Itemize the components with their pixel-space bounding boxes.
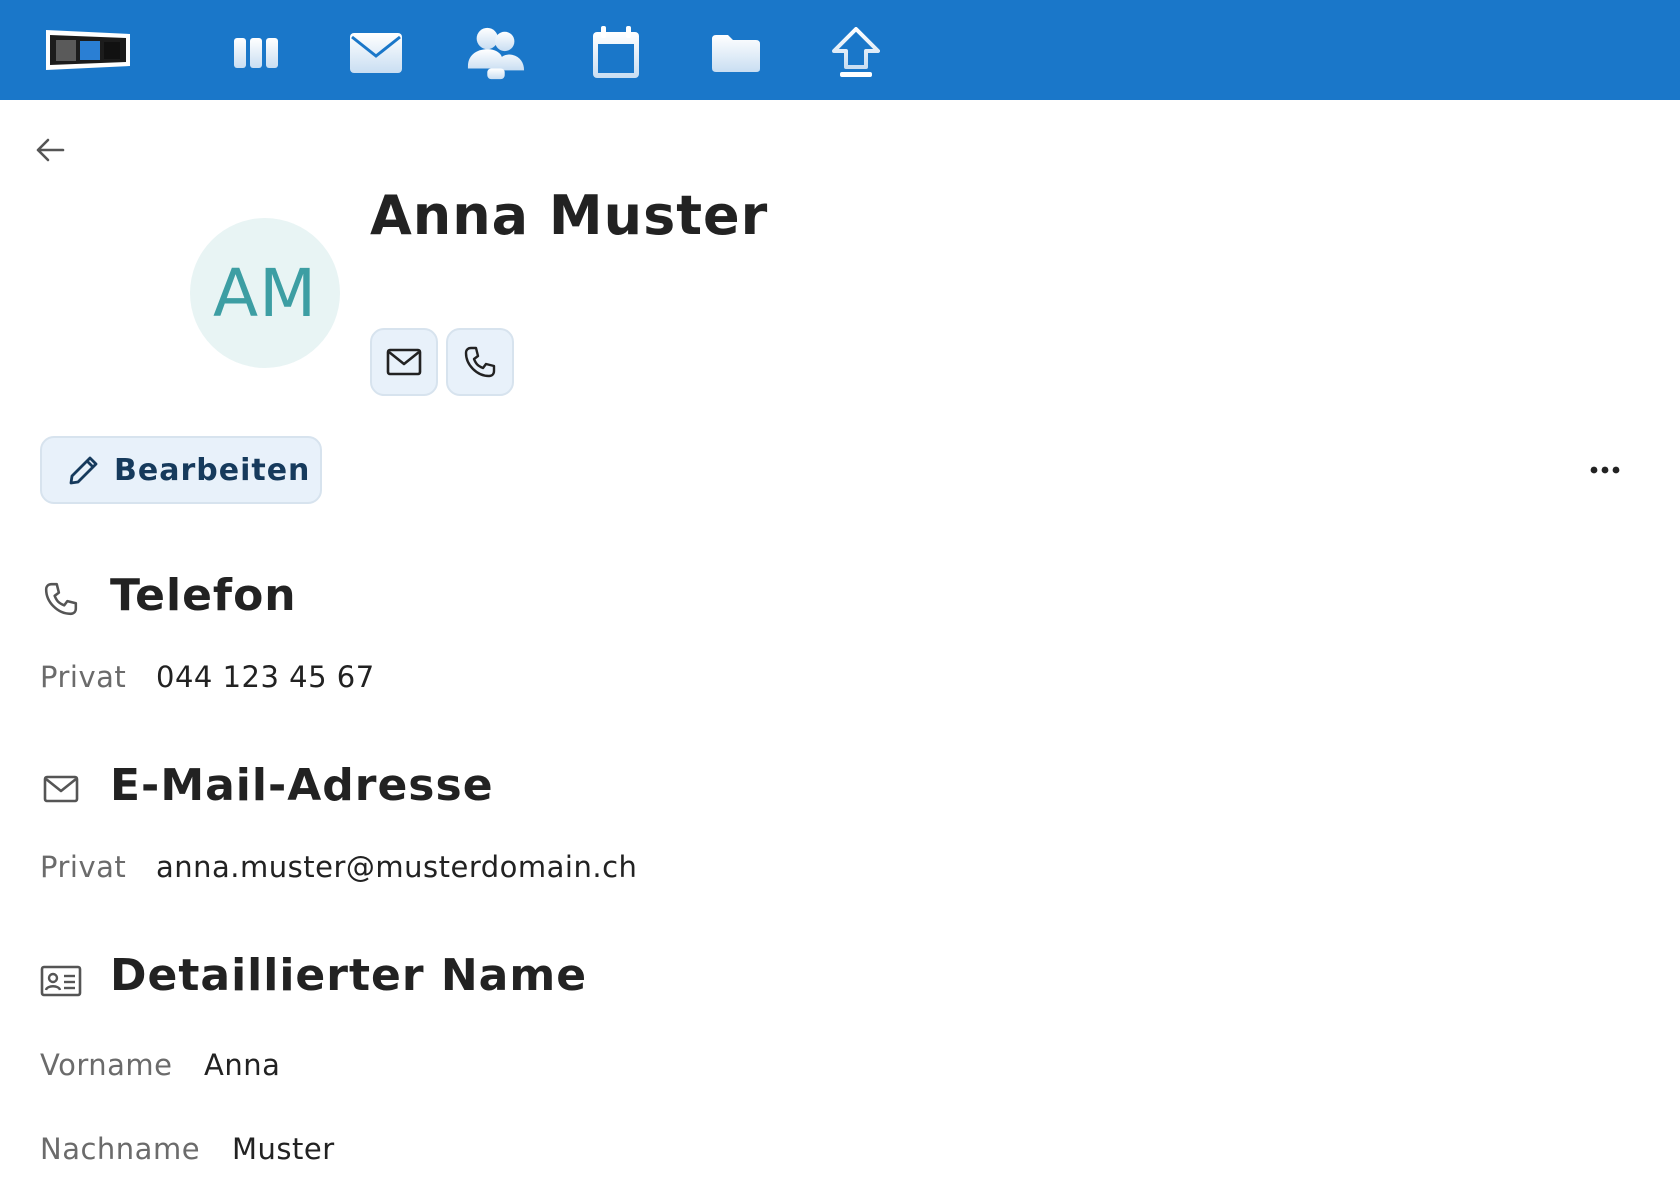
section-title-phone: Telefon <box>110 570 297 621</box>
mail-icon <box>386 348 422 376</box>
app-logo-icon[interactable] <box>44 26 136 74</box>
section-title-detailed-name: Detaillierter Name <box>110 950 588 1001</box>
phone-type-label: Privat <box>40 660 127 694</box>
edit-button[interactable]: Bearbeiten <box>40 436 322 504</box>
mail-icon <box>36 764 86 814</box>
last-name-label: Nachname <box>40 1132 201 1166</box>
email-type-label: Privat <box>40 850 127 884</box>
files-icon[interactable] <box>706 24 766 82</box>
email-address[interactable]: anna.muster@musterdomain.ch <box>156 850 637 884</box>
upload-icon[interactable] <box>826 24 886 82</box>
phone-icon <box>464 346 496 378</box>
phone-number[interactable]: 044 123 45 67 <box>156 660 375 694</box>
avatar: AM <box>190 218 340 368</box>
dashboard-icon[interactable] <box>226 24 286 82</box>
calendar-icon[interactable] <box>586 24 646 82</box>
edit-button-label: Bearbeiten <box>114 452 311 488</box>
top-navigation-bar <box>0 0 1680 100</box>
mail-icon[interactable] <box>346 24 406 82</box>
pencil-icon <box>64 450 104 490</box>
first-name-label: Vorname <box>40 1048 173 1082</box>
avatar-initials: AM <box>212 254 318 332</box>
contact-name: Anna Muster <box>370 184 769 247</box>
call-button[interactable] <box>446 328 514 396</box>
phone-icon <box>36 574 86 624</box>
back-arrow-icon[interactable] <box>30 130 70 170</box>
more-options-icon[interactable] <box>1580 450 1630 490</box>
id-card-icon <box>36 956 86 1006</box>
section-title-email: E-Mail-Adresse <box>110 760 494 811</box>
first-name-value: Anna <box>204 1048 281 1082</box>
contacts-icon[interactable] <box>466 24 526 82</box>
last-name-value: Muster <box>232 1132 335 1166</box>
send-email-button[interactable] <box>370 328 438 396</box>
